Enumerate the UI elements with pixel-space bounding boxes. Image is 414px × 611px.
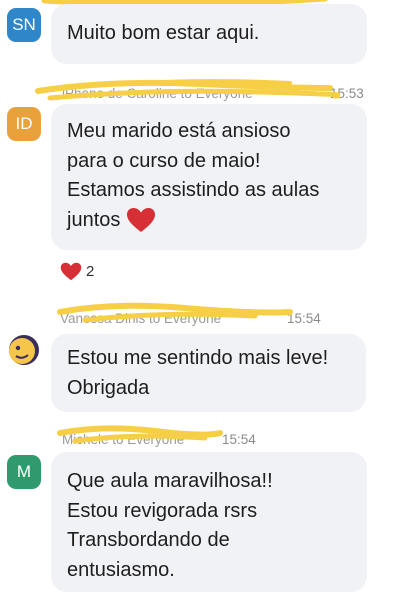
message-line: Transbordando de <box>67 529 230 551</box>
message-line: Meu marido está ansioso <box>67 120 291 142</box>
message-line: entusiasmo. <box>67 558 175 581</box>
message-line: Estou revigorada rsrs <box>67 499 258 522</box>
red-heart-emoji-icon <box>127 208 156 233</box>
message-bubble: Muito bom estar aqui. <box>51 4 367 64</box>
avatar: SN <box>7 8 41 42</box>
sender-name: Vanessa Dinis to Everyone <box>60 311 222 326</box>
message-bubble: Estou me sentindo mais leve! Obrigada <box>51 334 366 412</box>
red-heart-emoji-icon <box>60 262 82 281</box>
message-line: juntos <box>67 208 121 231</box>
reaction-count: 2 <box>86 263 95 280</box>
message-line: para o curso de maio! <box>67 149 261 172</box>
message-meta: iPhone de Caroline to Everyone <box>62 86 253 101</box>
message-line: Estou me sentindo mais leve! <box>67 347 329 369</box>
sender-name: iPhone de Caroline to Everyone <box>62 86 253 101</box>
reaction-badge[interactable]: 2 <box>60 262 94 281</box>
message-line: Estamos assistindo as aulas <box>67 179 320 201</box>
message-time: 15:54 <box>222 432 256 447</box>
message-time: 15:53 <box>330 86 364 101</box>
message-bubble: Meu marido está ansioso para o curso de … <box>51 104 367 250</box>
message-time: 15:54 <box>287 311 321 326</box>
avatar: ID <box>7 107 41 141</box>
emoji-face-avatar-icon <box>7 333 41 367</box>
message-meta: Michele to Everyone <box>62 432 184 447</box>
sender-name: Michele to Everyone <box>62 432 185 447</box>
message-line: Que aula maravilhosa!! <box>67 470 273 492</box>
message-bubble: Que aula maravilhosa!! Estou revigorada … <box>51 452 367 592</box>
message-meta: Vanessa Dinis to Everyone <box>60 311 221 326</box>
message-line: Muito bom estar aqui. <box>67 22 260 44</box>
message-line: Obrigada <box>67 376 150 399</box>
avatar: M <box>7 455 41 489</box>
